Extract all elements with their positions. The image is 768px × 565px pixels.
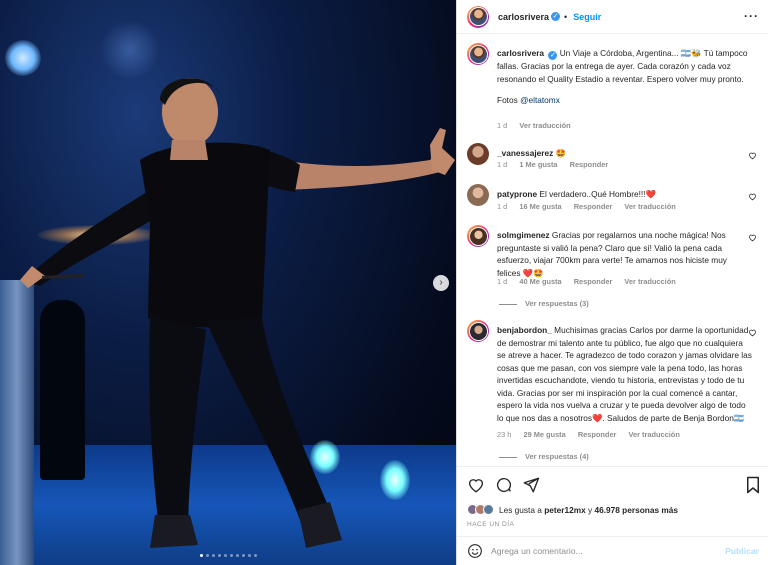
avatar[interactable]: [467, 143, 489, 165]
comment-reply-button[interactable]: Responder: [570, 160, 609, 169]
comment-time[interactable]: 1 d: [497, 202, 507, 211]
comment-likes[interactable]: 16 Me gusta: [519, 202, 561, 211]
likes-count[interactable]: 46.978 personas más: [595, 505, 678, 515]
header-separator: •: [564, 11, 568, 22]
share-icon[interactable]: [522, 476, 540, 494]
post-side-panel: carlosrivera ✓ • Seguir ··· carlosrivera…: [456, 0, 768, 565]
bookmark-icon[interactable]: [745, 476, 761, 494]
carousel-next-button[interactable]: ›: [433, 275, 449, 291]
carousel-dot: [235, 554, 239, 557]
carousel-dot: [205, 554, 209, 557]
verified-badge-icon: ✓: [548, 51, 558, 60]
photos-credit-prefix: Fotos: [497, 95, 521, 105]
avatar[interactable]: [467, 5, 489, 28]
avatar[interactable]: [467, 225, 489, 247]
comment-likes[interactable]: 40 Me gusta: [519, 277, 561, 286]
comment-text: 🤩: [555, 148, 566, 158]
comment-reply-button[interactable]: Responder: [578, 430, 617, 439]
comment-text: El verdadero..Qué Hombre!!!❤️: [539, 189, 656, 199]
comment-translate-link[interactable]: Ver traducción: [624, 202, 675, 211]
carousel-dot: [253, 554, 257, 557]
avatar[interactable]: [467, 320, 489, 342]
view-replies-button[interactable]: Ver respuestas (4): [499, 452, 589, 461]
comment-username[interactable]: benjabordon_: [497, 325, 552, 335]
publish-button[interactable]: Publicar: [725, 546, 759, 556]
comment-text: Muchisimas gracias Carlos por darme la o…: [497, 325, 752, 423]
carousel-indicator: [0, 554, 456, 557]
comment-translate-link[interactable]: Ver traducción: [629, 430, 680, 439]
add-comment-bar: Agrega un comentario... Publicar: [457, 536, 768, 565]
post-date[interactable]: HACE UN DÍA: [467, 521, 514, 528]
comment-like-heart-icon[interactable]: [748, 151, 757, 160]
comment-username[interactable]: solmgimenez: [497, 230, 550, 240]
carousel-dot: [241, 554, 245, 557]
emoji-icon[interactable]: [467, 543, 483, 559]
more-options-icon[interactable]: ···: [744, 9, 759, 23]
heart-icon[interactable]: [467, 476, 485, 494]
comments-list[interactable]: carlosrivera ✓ Un Viaje a Córdoba, Argen…: [457, 34, 768, 466]
photos-credit-tag[interactable]: @eltatomx: [520, 95, 560, 105]
carousel-dot: [247, 554, 251, 557]
post-photo[interactable]: ›: [0, 0, 456, 565]
likes-summary[interactable]: Les gusta a peter12mx y 46.978 personas …: [467, 504, 678, 515]
carousel-dot: [217, 554, 221, 557]
follow-button[interactable]: Seguir: [573, 12, 601, 22]
comment-translate-link[interactable]: Ver traducción: [624, 277, 675, 286]
view-replies-button[interactable]: Ver respuestas (3): [499, 299, 589, 308]
carousel-dot: [211, 554, 215, 557]
comment-time[interactable]: 1 d: [497, 160, 507, 169]
verified-badge-icon: ✓: [551, 12, 561, 21]
avatar[interactable]: [467, 43, 489, 65]
comment-time[interactable]: 1 d: [497, 277, 507, 286]
comment-likes[interactable]: 29 Me gusta: [523, 430, 565, 439]
comment-reply-button[interactable]: Responder: [574, 277, 613, 286]
liker-avatar: [483, 504, 494, 515]
comment-like-heart-icon[interactable]: [748, 233, 757, 242]
performer-figure: [20, 78, 455, 548]
carousel-dot: [199, 554, 203, 557]
comment-icon[interactable]: [495, 476, 513, 494]
instagram-post-window: › carlosrivera ✓ • Seguir ··· carlosrive…: [0, 0, 768, 565]
comment-input[interactable]: Agrega un comentario...: [491, 546, 725, 556]
comment-reply-button[interactable]: Responder: [574, 202, 613, 211]
comment-username[interactable]: patyprone: [497, 189, 537, 199]
post-actions: Les gusta a peter12mx y 46.978 personas …: [457, 466, 768, 536]
comment-time[interactable]: 23 h: [497, 430, 511, 439]
post-header: carlosrivera ✓ • Seguir ···: [457, 0, 768, 34]
comment-likes[interactable]: 1 Me gusta: [519, 160, 557, 169]
caption-time[interactable]: 1 d: [497, 121, 507, 130]
carousel-dot: [229, 554, 233, 557]
comment-username[interactable]: _vanessajerez: [497, 148, 553, 158]
comment-like-heart-icon[interactable]: [748, 328, 757, 337]
caption-username[interactable]: carlosrivera: [497, 48, 544, 58]
likes-prefix: Les gusta a: [499, 504, 545, 515]
carousel-dot: [223, 554, 227, 557]
avatar[interactable]: [467, 184, 489, 206]
header-username[interactable]: carlosrivera: [498, 12, 549, 22]
likes-user[interactable]: peter12mx: [544, 505, 586, 515]
comment-like-heart-icon[interactable]: [748, 192, 757, 201]
likes-middle: y: [585, 504, 595, 515]
caption-translate-link[interactable]: Ver traducción: [519, 121, 570, 130]
